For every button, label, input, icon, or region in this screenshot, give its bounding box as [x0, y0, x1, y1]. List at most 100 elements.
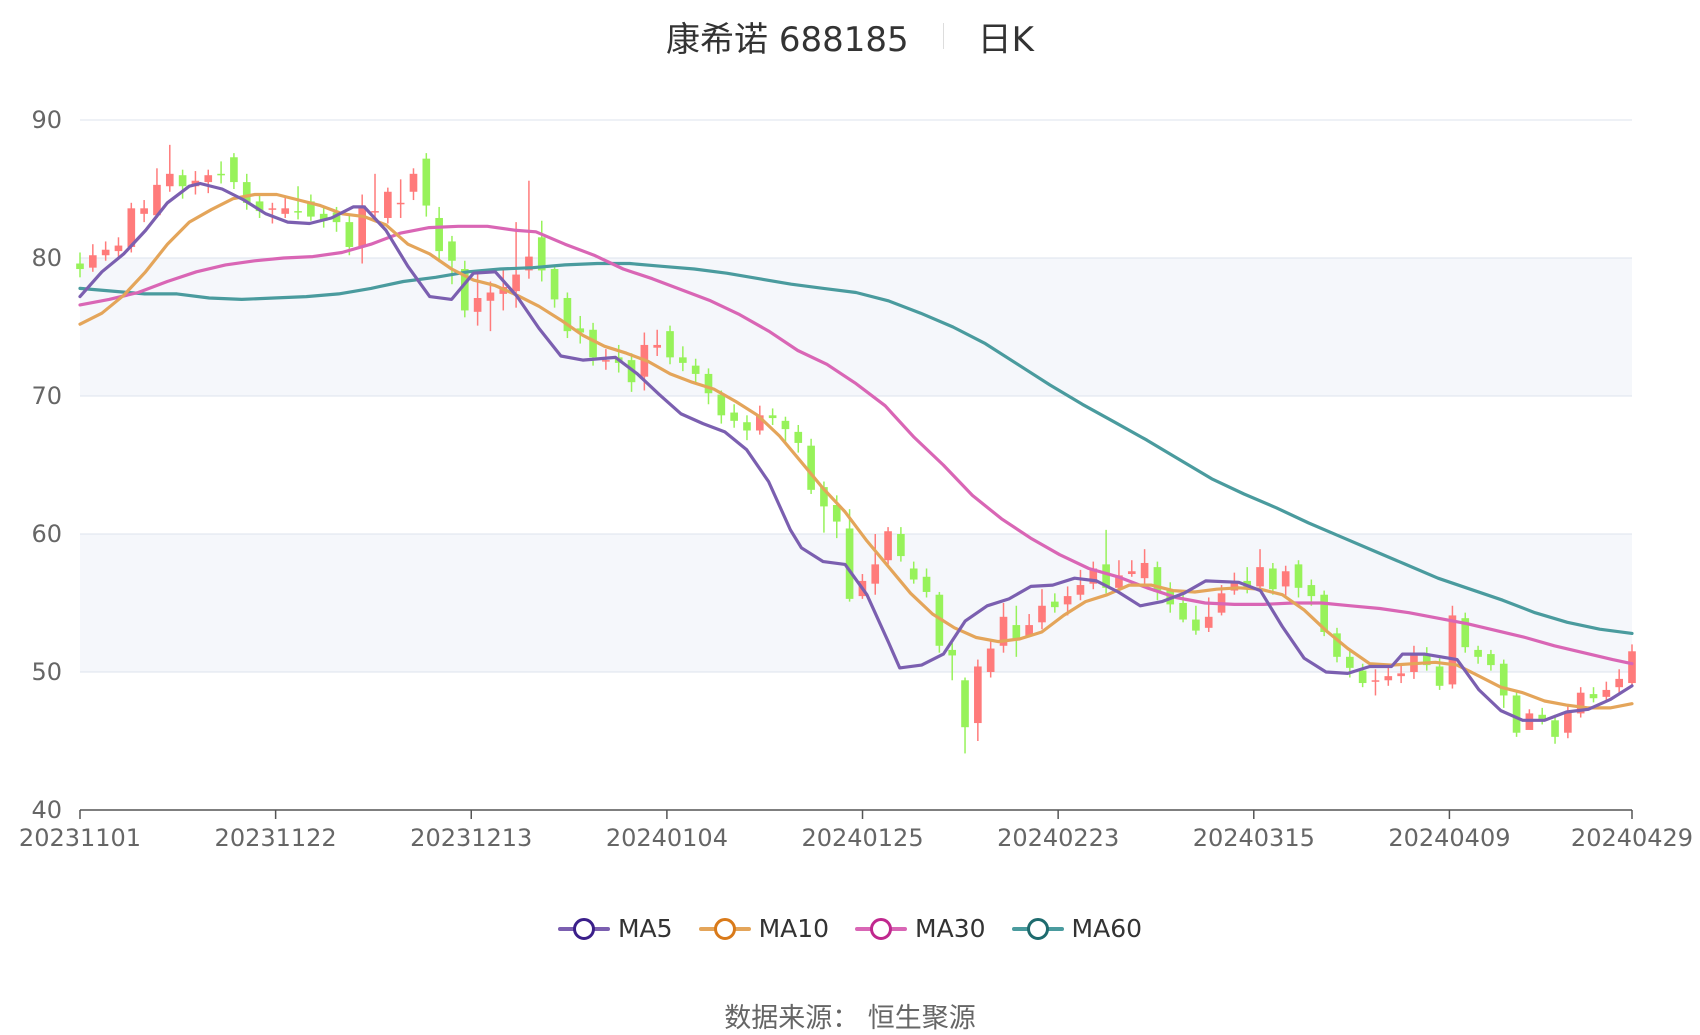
- candle-body: [666, 331, 674, 358]
- candle-body: [884, 531, 892, 561]
- candlestick-chart: 405060708090 20231101 20231122 20231213 202…: [19, 106, 1693, 852]
- candle-body: [101, 249, 110, 256]
- x-tick-label: 20231101: [19, 824, 141, 852]
- candle-body: [294, 211, 302, 213]
- candle: [1448, 605, 1457, 689]
- candle: [974, 659, 982, 741]
- candle-body: [922, 576, 931, 592]
- candle: [807, 438, 815, 494]
- candle-body: [1499, 663, 1508, 696]
- candle: [1538, 707, 1547, 725]
- x-axis: 20231101 20231122 20231213 20240104 20240125…: [19, 809, 1693, 852]
- candle-body: [204, 175, 213, 183]
- y-tick-label: 70: [31, 382, 62, 410]
- candle: [1576, 687, 1585, 718]
- candle-body: [1551, 720, 1559, 737]
- candle-body: [512, 274, 520, 292]
- chart-root: 康希诺 688185 日K 40 50 60 70 80 90 20231101 20231…: [0, 0, 1700, 1035]
- candle-body: [897, 534, 905, 557]
- candle-body: [114, 245, 123, 252]
- candle: [961, 677, 969, 754]
- candle-body: [1397, 673, 1405, 677]
- candle-body: [384, 191, 392, 218]
- candle-body: [76, 263, 84, 270]
- y-tick-label: 60: [31, 520, 62, 548]
- candle-body: [371, 211, 379, 213]
- candle-body: [409, 173, 418, 192]
- candle-body: [473, 298, 482, 312]
- legend-marker-icon: [557, 917, 610, 941]
- legend-item-ma60[interactable]: MA60: [1011, 914, 1143, 943]
- candle: [89, 244, 97, 272]
- plot-band: [80, 258, 1632, 396]
- candle-body: [1602, 689, 1611, 697]
- candle-body: [1204, 616, 1213, 628]
- legend-marker-icon: [855, 917, 908, 941]
- candle-body: [281, 208, 290, 214]
- candle: [204, 169, 213, 194]
- candle-body: [1307, 585, 1316, 597]
- candle-body: [1628, 651, 1636, 684]
- candle: [884, 527, 892, 565]
- legend-item-ma5[interactable]: MA5: [557, 914, 673, 943]
- candle-body: [1538, 714, 1547, 719]
- candle-body: [679, 357, 687, 363]
- candle: [1499, 659, 1508, 708]
- candle-body: [1038, 605, 1046, 623]
- x-tick-label: 20231213: [410, 824, 532, 852]
- candle-body: [961, 680, 969, 728]
- candle-body: [1487, 654, 1495, 666]
- candle-body: [986, 648, 995, 672]
- candle: [730, 404, 738, 428]
- candle: [1551, 714, 1559, 744]
- candle-body: [653, 344, 662, 348]
- candle-body: [1448, 615, 1457, 685]
- candle-body: [730, 412, 738, 421]
- candle: [165, 144, 174, 192]
- legend-label: MA10: [758, 914, 830, 943]
- candle-body: [1269, 568, 1277, 590]
- candle-body: [1474, 649, 1482, 657]
- candle-body: [704, 373, 713, 394]
- candle-body: [717, 394, 726, 416]
- candle-body: [345, 222, 354, 247]
- legend-item-ma10[interactable]: MA10: [698, 914, 830, 943]
- legend-label: MA5: [617, 914, 673, 943]
- candle-body: [230, 157, 238, 183]
- candle: [307, 194, 315, 221]
- candle-body: [871, 564, 880, 584]
- legend: MA5 MA10 MA30 MA60: [0, 914, 1700, 943]
- y-tick-label: 50: [31, 658, 62, 686]
- candle-body: [1281, 571, 1290, 587]
- y-tick-label: 80: [31, 244, 62, 272]
- candle-body: [948, 649, 957, 656]
- y-axis-labels: 40 50 60 70 80 90: [31, 106, 62, 824]
- candle-body: [1358, 670, 1367, 684]
- x-tick-label: 20240223: [997, 824, 1119, 852]
- candle-body: [1127, 571, 1136, 575]
- candle: [396, 179, 405, 218]
- x-tick-label: 20240104: [606, 824, 728, 852]
- candle-body: [1076, 585, 1085, 595]
- candle: [140, 200, 148, 223]
- candle-body: [217, 173, 225, 176]
- data-source: 数据来源： 恒生聚源: [0, 996, 1700, 1035]
- candle-body: [845, 528, 854, 599]
- candle: [230, 153, 238, 189]
- candle-body: [1384, 676, 1393, 681]
- plot-band: [80, 534, 1632, 672]
- y-tick-label: 40: [31, 796, 62, 824]
- candle: [1589, 687, 1598, 703]
- legend-item-ma30[interactable]: MA30: [855, 914, 986, 943]
- x-tick-label: 20240315: [1193, 824, 1315, 852]
- candle: [294, 186, 302, 220]
- candle: [217, 161, 225, 184]
- candle-body: [435, 217, 443, 252]
- legend-label: MA60: [1071, 914, 1143, 943]
- source-label: 数据来源：: [724, 1003, 860, 1034]
- candle-body: [422, 158, 431, 206]
- candle-body: [1564, 712, 1572, 733]
- candle: [422, 153, 431, 217]
- candle: [1602, 681, 1611, 701]
- candle-body: [1589, 694, 1598, 699]
